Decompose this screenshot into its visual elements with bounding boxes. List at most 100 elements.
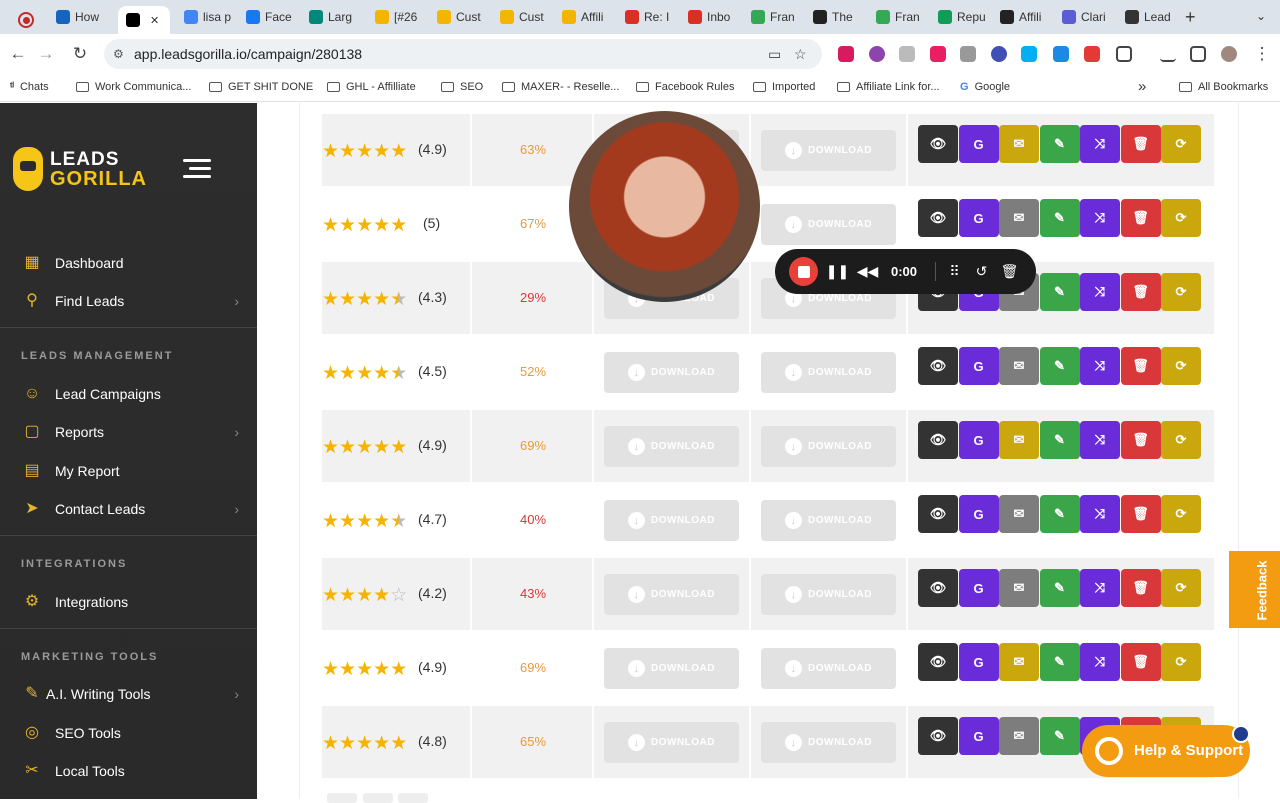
refresh-button[interactable]: ⟳ <box>1161 643 1201 681</box>
delete-button[interactable]: 🗑 <box>1120 273 1161 311</box>
pink-extension-icon[interactable] <box>930 46 946 62</box>
browser-tab[interactable]: ✕ <box>118 6 170 34</box>
download-button[interactable]: ↓ DOWNLOAD <box>604 722 739 763</box>
bookmark-item[interactable]: G Google <box>960 81 1010 93</box>
view-button[interactable]: 👁 <box>918 125 958 163</box>
refresh-button[interactable]: ⟳ <box>1161 125 1201 163</box>
sidebar-item-seo-tools[interactable]: ◎ SEO Tools <box>0 716 257 750</box>
view-button[interactable]: 👁 <box>918 569 958 607</box>
new-tab-button[interactable]: + <box>1185 7 1196 28</box>
google-button[interactable]: G <box>958 421 999 459</box>
edit-button[interactable]: ✎ <box>1039 495 1080 533</box>
download-button[interactable]: ↓ DOWNLOAD <box>604 352 739 393</box>
edit-button[interactable]: ✎ <box>1039 569 1080 607</box>
download-button[interactable]: ↓ DOWNLOAD <box>761 426 896 467</box>
tag-extension-icon[interactable] <box>1053 46 1069 62</box>
edit-button[interactable]: ✎ <box>1039 199 1080 237</box>
email-button[interactable]: ✉ <box>999 421 1039 459</box>
edit-button[interactable]: ✎ <box>1039 273 1080 311</box>
edit-button[interactable]: ✎ <box>1039 125 1080 163</box>
google-button[interactable]: G <box>958 643 999 681</box>
browser-tab[interactable]: Cust <box>437 6 489 28</box>
browser-tab[interactable]: Clari <box>1062 6 1114 28</box>
edit-button[interactable]: ✎ <box>1039 717 1080 755</box>
edit-button[interactable]: ✎ <box>1039 421 1080 459</box>
refresh-button[interactable]: ⟳ <box>1161 199 1201 237</box>
bookmark-item[interactable]: GET SHIT DONE <box>209 81 313 93</box>
email-button[interactable]: ✉ <box>999 643 1039 681</box>
browser-tab[interactable]: Cust <box>500 6 552 28</box>
sidepanel-icon[interactable] <box>1190 46 1206 62</box>
sidebar-item-lead-campaigns[interactable]: ☺ Lead Campaigns <box>0 377 257 411</box>
camera-extension-icon[interactable] <box>960 46 976 62</box>
sidebar-item-my-report[interactable]: ▤ My Report <box>0 454 257 488</box>
download-button[interactable]: ↓ DOWNLOAD <box>761 648 896 689</box>
all-bookmarks[interactable]: All Bookmarks <box>1179 81 1268 93</box>
downloads-icon[interactable] <box>1160 46 1176 62</box>
google-button[interactable]: G <box>958 125 999 163</box>
view-button[interactable]: 👁 <box>918 495 958 533</box>
close-tab-icon[interactable]: ✕ <box>150 14 159 27</box>
refresh-button[interactable]: ⟳ <box>1161 569 1201 607</box>
view-button[interactable]: 👁 <box>918 717 958 755</box>
delete-button[interactable]: 🗑 <box>1120 421 1161 459</box>
trash-icon[interactable]: 🗑 <box>995 257 1024 286</box>
delete-button[interactable]: 🗑 <box>1120 569 1161 607</box>
help-support-button[interactable]: Help & Support <box>1082 725 1250 777</box>
bookmark-item[interactable]: Work Communica... <box>76 81 191 93</box>
download-button[interactable]: ↓ DOWNLOAD <box>761 574 896 615</box>
bookmark-item[interactable]: MAXER- - Reselle... <box>502 81 619 93</box>
view-button[interactable]: 👁 <box>918 199 958 237</box>
view-button[interactable]: 👁 <box>918 421 958 459</box>
shuffle-button[interactable]: ⤨ <box>1080 495 1120 533</box>
email-button[interactable]: ✉ <box>999 125 1039 163</box>
sidebar-item-find-leads[interactable]: ⚲ Find Leads › <box>0 284 257 318</box>
stop-recording-button[interactable] <box>789 257 818 286</box>
sidebar-item-ai-writing-tools[interactable]: ✎ A.I. Writing Tools › <box>0 677 257 711</box>
shuffle-button[interactable]: ⤨ <box>1080 125 1120 163</box>
red-extension-icon[interactable] <box>1084 46 1100 62</box>
forward-button[interactable]: → <box>36 44 56 64</box>
bookmark-item[interactable]: GHL - Affilliate <box>327 81 416 93</box>
google-button[interactable]: G <box>958 495 999 533</box>
camera-icon[interactable]: ▭ <box>768 46 781 63</box>
delete-button[interactable]: 🗑 <box>1120 495 1161 533</box>
shuffle-button[interactable]: ⤨ <box>1080 643 1120 681</box>
shuffle-button[interactable]: ⤨ <box>1080 347 1120 385</box>
browser-tab[interactable]: Re: I <box>625 6 677 28</box>
download-button[interactable]: ↓ DOWNLOAD <box>761 204 896 245</box>
webcam-bubble[interactable] <box>569 111 760 302</box>
refresh-button[interactable]: ⟳ <box>1161 347 1201 385</box>
pause-icon[interactable]: ❚❚ <box>823 257 852 286</box>
sidebar-item-dashboard[interactable]: ▦ Dashboard <box>0 246 257 280</box>
shuffle-button[interactable]: ⤨ <box>1080 199 1120 237</box>
puzzle-colorful-extension-icon[interactable] <box>869 46 885 62</box>
tab-search-button[interactable]: ⌄ <box>1256 9 1266 23</box>
restart-icon[interactable]: ↺ <box>967 257 996 286</box>
browser-tab[interactable]: [#26 <box>375 6 427 28</box>
rewind-icon[interactable]: ◀◀ <box>853 257 882 286</box>
google-button[interactable]: G <box>958 569 999 607</box>
shuffle-button[interactable]: ⤨ <box>1080 273 1120 311</box>
download-button[interactable]: ↓ DOWNLOAD <box>604 648 739 689</box>
v-extension-icon[interactable] <box>1021 46 1037 62</box>
download-button[interactable]: ↓ DOWNLOAD <box>761 130 896 171</box>
bookmark-item[interactable]: Facebook Rules <box>636 81 735 93</box>
delete-button[interactable]: 🗑 <box>1120 643 1161 681</box>
delete-button[interactable]: 🗑 <box>1120 199 1161 237</box>
download-button[interactable]: ↓ DOWNLOAD <box>604 574 739 615</box>
shuffle-button[interactable]: ⤨ <box>1080 421 1120 459</box>
bookmark-star-icon[interactable]: ☆ <box>794 46 807 63</box>
browser-tab[interactable]: Lead <box>1125 6 1177 28</box>
browser-tab[interactable]: Affili <box>1000 6 1052 28</box>
pagination-button[interactable] <box>398 793 428 803</box>
download-button[interactable]: ↓ DOWNLOAD <box>761 722 896 763</box>
sidebar-item-reports[interactable]: ▢ Reports › <box>0 415 257 449</box>
refresh-button[interactable]: ⟳ <box>1161 273 1201 311</box>
download-button[interactable]: ↓ DOWNLOAD <box>761 352 896 393</box>
delete-button[interactable]: 🗑 <box>1120 125 1161 163</box>
refresh-button[interactable]: ⟳ <box>1161 495 1201 533</box>
view-button[interactable]: 👁 <box>918 347 958 385</box>
browser-tab[interactable]: lisa p <box>184 6 236 28</box>
browser-tab[interactable]: Fran <box>751 6 803 28</box>
